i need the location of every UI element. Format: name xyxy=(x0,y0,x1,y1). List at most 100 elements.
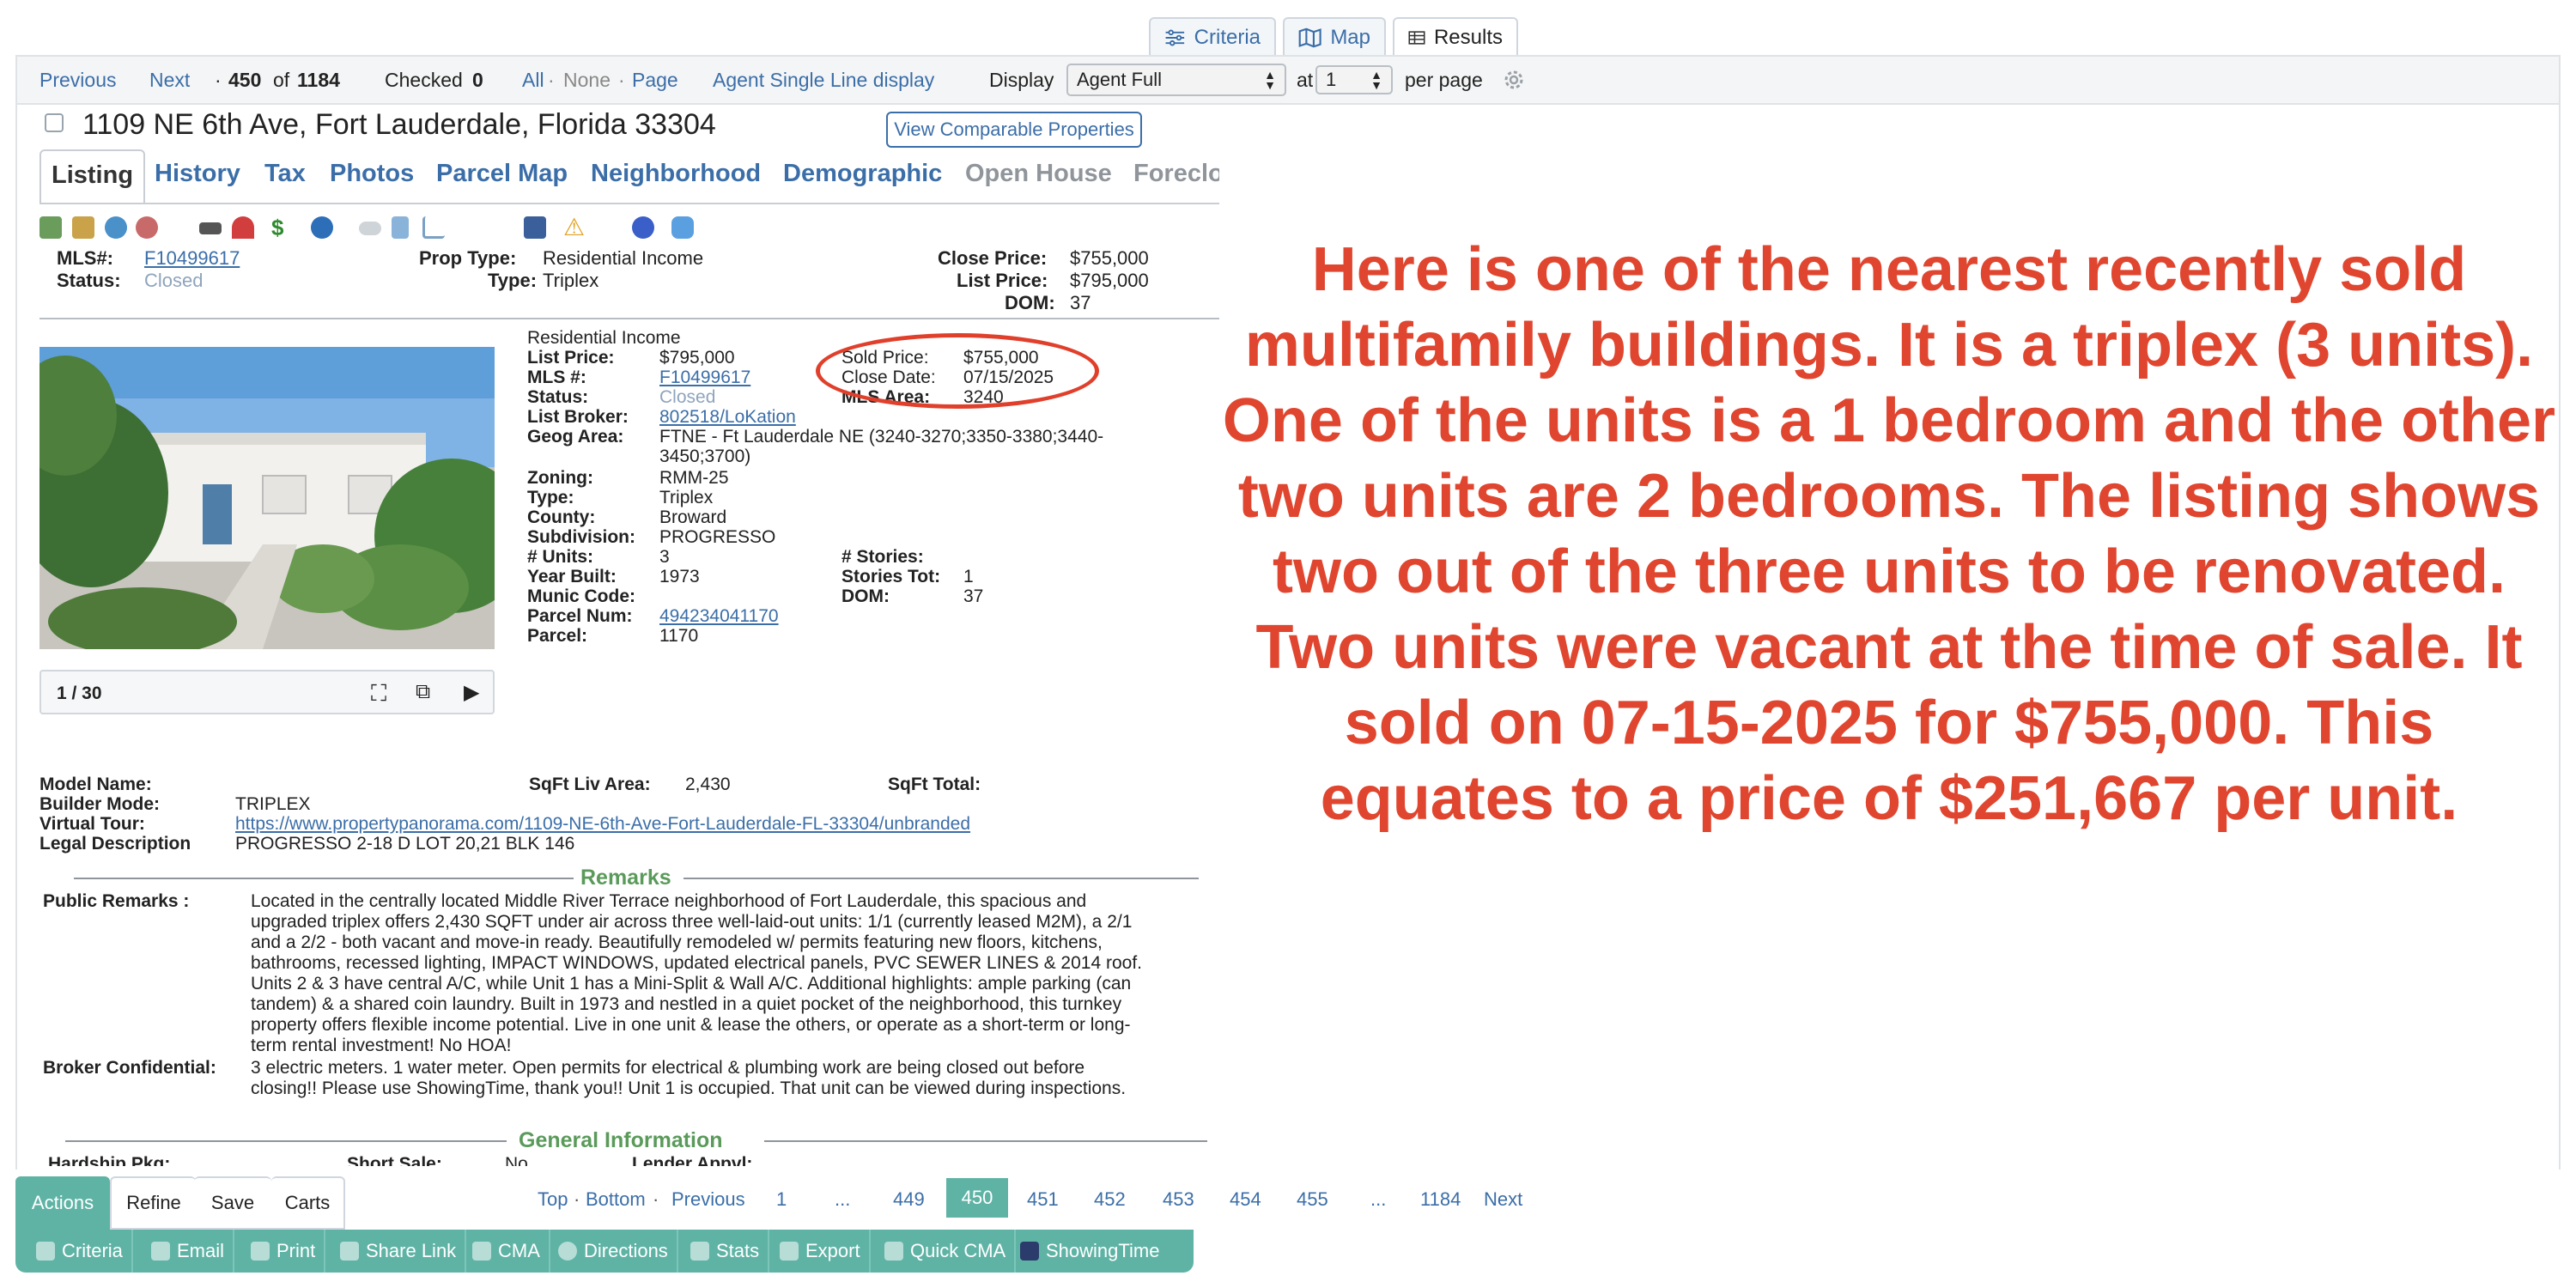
pager-bottom-link[interactable]: Bottom xyxy=(586,1188,646,1211)
puzzle-icon[interactable] xyxy=(671,216,694,239)
view-comparable-button[interactable]: View Comparable Properties xyxy=(886,112,1142,148)
pagination: Top · Bottom · Previous 1 ... 449 450 45… xyxy=(0,1178,2576,1219)
pager-page-1[interactable]: 1 xyxy=(776,1188,787,1211)
display-select[interactable]: Agent Full ▲ ▼ xyxy=(1066,64,1286,96)
detail-list-price-label: List Price: xyxy=(527,348,615,368)
pager-page-455[interactable]: 455 xyxy=(1297,1188,1328,1211)
cma-button[interactable]: CMA xyxy=(464,1230,550,1273)
tab-demographic[interactable]: Demographic xyxy=(783,160,942,188)
select-all-link[interactable]: All xyxy=(522,69,544,92)
subdivision-value: PROGRESSO xyxy=(659,527,776,547)
pager-page-453[interactable]: 453 xyxy=(1163,1188,1194,1211)
subdivision-label: Subdivision: xyxy=(527,527,635,547)
tab-results[interactable]: Results xyxy=(1393,17,1518,57)
listing-tabs: Listing History Tax Photos Parcel Map Ne… xyxy=(39,149,1219,204)
sold-price-highlight-circle xyxy=(816,333,1099,409)
grid-icon xyxy=(1408,31,1425,45)
annotation-text: Here is one of the nearest recently sold… xyxy=(1222,235,2556,833)
fullscreen-icon[interactable]: ⛶ xyxy=(371,680,386,708)
list-broker-link[interactable]: 802518/LoKation xyxy=(659,407,796,428)
tab-photos[interactable]: Photos xyxy=(330,160,414,188)
agent-single-line-link[interactable]: Agent Single Line display xyxy=(713,69,934,92)
play-icon[interactable]: ▶ xyxy=(464,680,479,705)
chart-icon[interactable] xyxy=(422,216,445,239)
sqft-liv-label: SqFt Liv Area: xyxy=(529,775,651,794)
export-button[interactable]: Export xyxy=(771,1230,871,1273)
select-page-link[interactable]: Page xyxy=(632,69,678,92)
pager-next-link[interactable]: Next xyxy=(1484,1188,1522,1211)
gear-icon[interactable] xyxy=(1501,67,1527,93)
position-dot: · xyxy=(215,68,222,91)
export-icon xyxy=(780,1242,799,1261)
model-name-label: Model Name: xyxy=(39,775,152,794)
pager-page-451[interactable]: 451 xyxy=(1027,1188,1059,1211)
pager-page-last[interactable]: 1184 xyxy=(1420,1188,1461,1211)
pager-top-link[interactable]: Top xyxy=(538,1188,568,1211)
binoculars-icon[interactable] xyxy=(199,222,222,234)
listing-checkbox[interactable] xyxy=(45,113,64,132)
tab-history[interactable]: History xyxy=(155,160,240,188)
share-link-button[interactable]: Share Link xyxy=(331,1230,467,1273)
showingtime-button[interactable]: ShowingTime xyxy=(1012,1230,1168,1273)
select-arrows-icon: ▲ ▼ xyxy=(1264,68,1276,92)
school-icon[interactable] xyxy=(632,216,654,239)
photo-icon[interactable] xyxy=(39,216,62,239)
detail-mls-link[interactable]: F10499617 xyxy=(659,368,750,388)
pager-page-454[interactable]: 454 xyxy=(1230,1188,1261,1211)
tab-save[interactable]: Save xyxy=(194,1176,271,1230)
cloud-icon[interactable] xyxy=(359,222,381,235)
detail-type: Triplex xyxy=(659,488,714,507)
detail-list-price: $795,000 xyxy=(659,348,735,368)
stats-button[interactable]: Stats xyxy=(682,1230,770,1273)
email-button[interactable]: Email xyxy=(143,1230,235,1273)
per-page-select[interactable]: 1 ▲ ▼ xyxy=(1315,65,1393,94)
globe-icon[interactable] xyxy=(105,216,127,239)
dollar-icon[interactable]: $ xyxy=(271,216,294,239)
quick-cma-button[interactable]: Quick CMA xyxy=(876,1230,1017,1273)
tools-icon[interactable] xyxy=(392,216,409,239)
tab-foreclosure[interactable]: Foreclo xyxy=(1133,160,1219,188)
virtual-tour-link[interactable]: https://www.propertypanorama.com/1109-NE… xyxy=(235,814,970,835)
pager-ellipsis: ... xyxy=(1370,1188,1387,1210)
select-arrows-icon: ▲ ▼ xyxy=(1370,68,1382,92)
tab-criteria[interactable]: Criteria xyxy=(1149,17,1276,57)
image-gallery-icon[interactable] xyxy=(72,216,94,239)
pager-previous-link[interactable]: Previous xyxy=(671,1188,745,1211)
copy-icon[interactable]: ⧉ xyxy=(416,680,430,704)
select-none-link[interactable]: None xyxy=(563,69,611,92)
criteria-button[interactable]: Criteria xyxy=(27,1230,133,1273)
parcel-num-link[interactable]: 494234041170 xyxy=(659,606,779,627)
pager-page-449[interactable]: 449 xyxy=(893,1188,925,1211)
tab-tax[interactable]: Tax xyxy=(264,160,306,188)
general-info-heading: General Information xyxy=(519,1128,723,1152)
builder-mode-value: TRIPLEX xyxy=(235,794,311,814)
directions-button[interactable]: Directions xyxy=(550,1230,678,1273)
palette-icon[interactable] xyxy=(136,216,158,239)
listing-photo[interactable] xyxy=(39,347,495,649)
tab-refine[interactable]: Refine xyxy=(110,1176,196,1230)
tab-carts[interactable]: Carts xyxy=(271,1176,345,1230)
tab-actions[interactable]: Actions xyxy=(15,1176,110,1230)
stories-tot-label: Stories Tot: xyxy=(841,567,941,586)
magnet-icon[interactable] xyxy=(232,216,254,239)
pager-page-452[interactable]: 452 xyxy=(1094,1188,1126,1211)
email-icon xyxy=(151,1242,170,1261)
short-sale-value: No xyxy=(505,1154,528,1166)
warning-icon[interactable]: ⚠ xyxy=(563,216,586,240)
pager-page-450-current[interactable]: 450 xyxy=(946,1178,1008,1218)
previous-link[interactable]: Previous xyxy=(39,69,116,92)
house-icon[interactable] xyxy=(524,216,546,239)
status-label: Status: xyxy=(57,270,121,291)
list-price-label: List Price: xyxy=(957,270,1048,291)
print-button[interactable]: Print xyxy=(242,1230,326,1273)
mls-link[interactable]: F10499617 xyxy=(144,247,240,270)
info-icon[interactable] xyxy=(311,216,333,239)
tab-parcel-map[interactable]: Parcel Map xyxy=(436,160,568,188)
broker-confidential-label: Broker Confidential: xyxy=(43,1058,216,1078)
next-link[interactable]: Next xyxy=(149,69,190,92)
print-icon xyxy=(251,1242,270,1261)
tab-neighborhood[interactable]: Neighborhood xyxy=(591,160,761,188)
tab-open-house[interactable]: Open House xyxy=(965,160,1112,188)
tab-listing[interactable]: Listing xyxy=(39,149,146,203)
tab-map[interactable]: Map xyxy=(1283,17,1386,57)
